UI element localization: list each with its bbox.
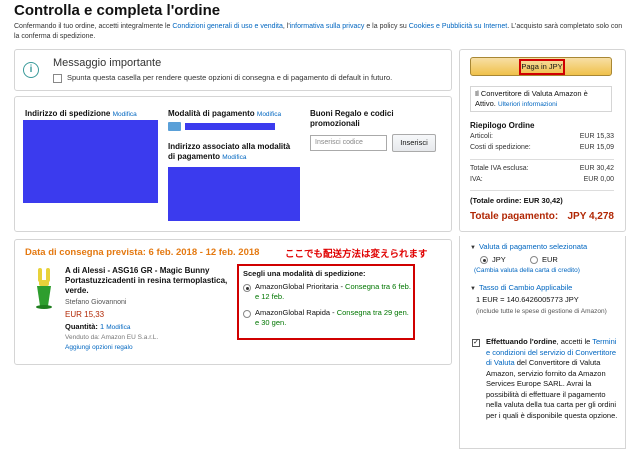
summary-row-shipping: Costi di spedizione: EUR 15,09 [470, 144, 614, 151]
change-card-currency-link[interactable]: (Cambia valuta della carta di credito) [474, 267, 580, 274]
message-title: Messaggio importante [53, 57, 162, 69]
gift-promo-header: Buoni Regalo e codici promozionali [310, 109, 394, 128]
payment-total-value: JPY 4,278 [567, 211, 614, 222]
product-image[interactable] [33, 266, 55, 310]
promo-code-input[interactable]: Inserisci codice [310, 135, 387, 151]
shipping-radio-rapid[interactable] [243, 310, 251, 318]
summary-row-items: Articoli: EUR 15,33 [470, 133, 614, 140]
agree-text: Effettuando l'ordine, accetti le Termini… [486, 337, 621, 421]
currency-panel: ▼ Valuta di pagamento selezionata JPY EUR… [459, 236, 626, 449]
agree-checkbox[interactable]: ✓ [472, 339, 480, 347]
privacy-link[interactable]: informativa sulla privacy [290, 23, 365, 30]
row-value: EUR 30,42 [579, 165, 614, 172]
sold-by: Venduto da: Amazon EU S.a.r.L. [65, 334, 159, 341]
summary-header: Riepilogo Ordine [470, 121, 535, 130]
important-message-box: i Messaggio importante Spunta questa cas… [14, 49, 452, 91]
redacted-card [185, 123, 275, 130]
product-quantity: Quantità: 1 Modifica [65, 322, 130, 331]
shipping-name-priority: AmazonGlobal Prioritaria [255, 282, 339, 291]
shipping-sep-rapid: - [330, 308, 337, 317]
currency-header-text: Valuta di pagamento selezionata [478, 242, 588, 251]
apply-promo-button[interactable]: Inserisci [392, 134, 436, 152]
shipping-options-box: Scegli una modalità di spedizione: Amazo… [237, 264, 415, 340]
row-label: Totale IVA esclusa: [470, 165, 529, 172]
shipping-radio-priority[interactable] [243, 284, 251, 292]
qty-value: 1 [100, 322, 105, 331]
qty-label: Quantità: [65, 322, 100, 331]
product-author: Stefano Giovannoni [65, 299, 127, 306]
agree-text-1: , accetti le [556, 337, 593, 346]
modify-shipping-link[interactable]: Modifica [113, 111, 137, 118]
default-options-checkbox[interactable] [53, 74, 62, 83]
payment-total-label: Totale pagamento: [470, 211, 559, 222]
shipping-address-header: Indirizzo di spedizione Modifica [25, 109, 137, 118]
order-summary-panel: Paga in JPY Il Convertitore di Valuta Am… [459, 49, 626, 232]
default-options-label: Spunta questa casella per rendere queste… [67, 73, 393, 82]
row-value: EUR 15,33 [579, 133, 614, 140]
row-label: Articoli: [470, 133, 493, 140]
triangle-down-icon: ▼ [470, 245, 476, 251]
payment-total: Totale pagamento: JPY 4,278 [470, 211, 614, 222]
divider [470, 159, 614, 160]
terms-link[interactable]: Condizioni generali di uso e vendita [172, 23, 283, 30]
currency-radio-jpy[interactable] [480, 256, 488, 264]
row-value: EUR 0,00 [583, 176, 614, 183]
shipping-option-rapid[interactable]: AmazonGlobal Rapida - Consegna tra 29 ge… [255, 308, 411, 328]
summary-row-subtotal: Totale IVA esclusa: EUR 30,42 [470, 165, 614, 172]
page-title: Controlla e completa l'ordine [14, 2, 221, 19]
modify-payment-link[interactable]: Modifica [257, 111, 281, 118]
product-price: EUR 15,33 [65, 310, 105, 319]
intro-text-2: , l' [282, 23, 290, 30]
payment-method-header: Modalità di pagamento Modifica [168, 109, 281, 118]
card-icon [168, 122, 181, 131]
terms-intro: Confermando il tuo ordine, accetti integ… [14, 22, 626, 42]
agree-text-2: del Convertitore di Valuta Amazon, servi… [486, 358, 618, 420]
intro-text-3: e la policy su [364, 23, 409, 30]
modify-billing-link[interactable]: Modifica [222, 154, 246, 161]
pay-button-label: Paga in JPY [519, 59, 565, 75]
rate-header[interactable]: ▼ Tasso di Cambio Applicabile [470, 283, 572, 292]
currency-label-eur: EUR [542, 255, 558, 264]
redacted-billing-address [168, 167, 300, 221]
more-info-link[interactable]: Ulteriori informazioni [498, 101, 557, 108]
cookies-link[interactable]: Cookies e Pubblicità su Internet [409, 23, 507, 30]
divider [470, 190, 614, 191]
triangle-down-icon: ▼ [470, 286, 476, 292]
shipping-header-text: Indirizzo di spedizione [25, 109, 111, 118]
address-payment-box: Indirizzo di spedizione Modifica Modalit… [14, 96, 452, 232]
pay-button[interactable]: Paga in JPY [470, 57, 612, 76]
delivery-box: Data di consegna prevista: 6 feb. 2018 -… [14, 239, 452, 365]
rate-header-text: Tasso di Cambio Applicabile [478, 283, 573, 292]
shipping-name-rapid: AmazonGlobal Rapida [255, 308, 331, 317]
exchange-rate: 1 EUR = 140.6426005773 JPY [476, 295, 579, 304]
delivery-date: Data di consegna prevista: 6 feb. 2018 -… [25, 247, 260, 258]
order-total: (Totale ordine: EUR 30,42) [470, 196, 563, 205]
gift-options-link[interactable]: Aggiungi opzioni regalo [65, 344, 133, 351]
row-label: Costi di spedizione: [470, 144, 531, 151]
row-label: IVA: [470, 176, 483, 183]
modify-qty-link[interactable]: Modifica [106, 324, 130, 331]
agree-bold: Effettuando l'ordine [486, 337, 557, 346]
shipping-options-header: Scegli una modalità di spedizione: [243, 269, 366, 278]
rate-note: (include tutte le spese di gestione di A… [476, 308, 607, 315]
info-icon: i [23, 62, 39, 78]
annotation-note: ここでも配送方法は変えられます [285, 249, 428, 260]
currency-converter-notice: Il Convertitore di Valuta Amazon è Attiv… [470, 86, 612, 112]
currency-radio-eur[interactable] [530, 256, 538, 264]
product-title: A di Alessi - ASG16 GR - Magic Bunny Por… [65, 266, 228, 295]
summary-row-vat: IVA: EUR 0,00 [470, 176, 614, 183]
intro-text-1: Confermando il tuo ordine, accetti integ… [14, 23, 173, 30]
row-value: EUR 15,09 [579, 144, 614, 151]
billing-address-header: Indirizzo associato alla modalità di pag… [168, 142, 293, 163]
redacted-address [23, 120, 158, 203]
currency-header[interactable]: ▼ Valuta di pagamento selezionata [470, 242, 587, 251]
currency-label-jpy: JPY [492, 255, 506, 264]
shipping-option-priority[interactable]: AmazonGlobal Prioritaria - Consegna tra … [255, 282, 411, 302]
payment-header-text: Modalità di pagamento [168, 109, 255, 118]
